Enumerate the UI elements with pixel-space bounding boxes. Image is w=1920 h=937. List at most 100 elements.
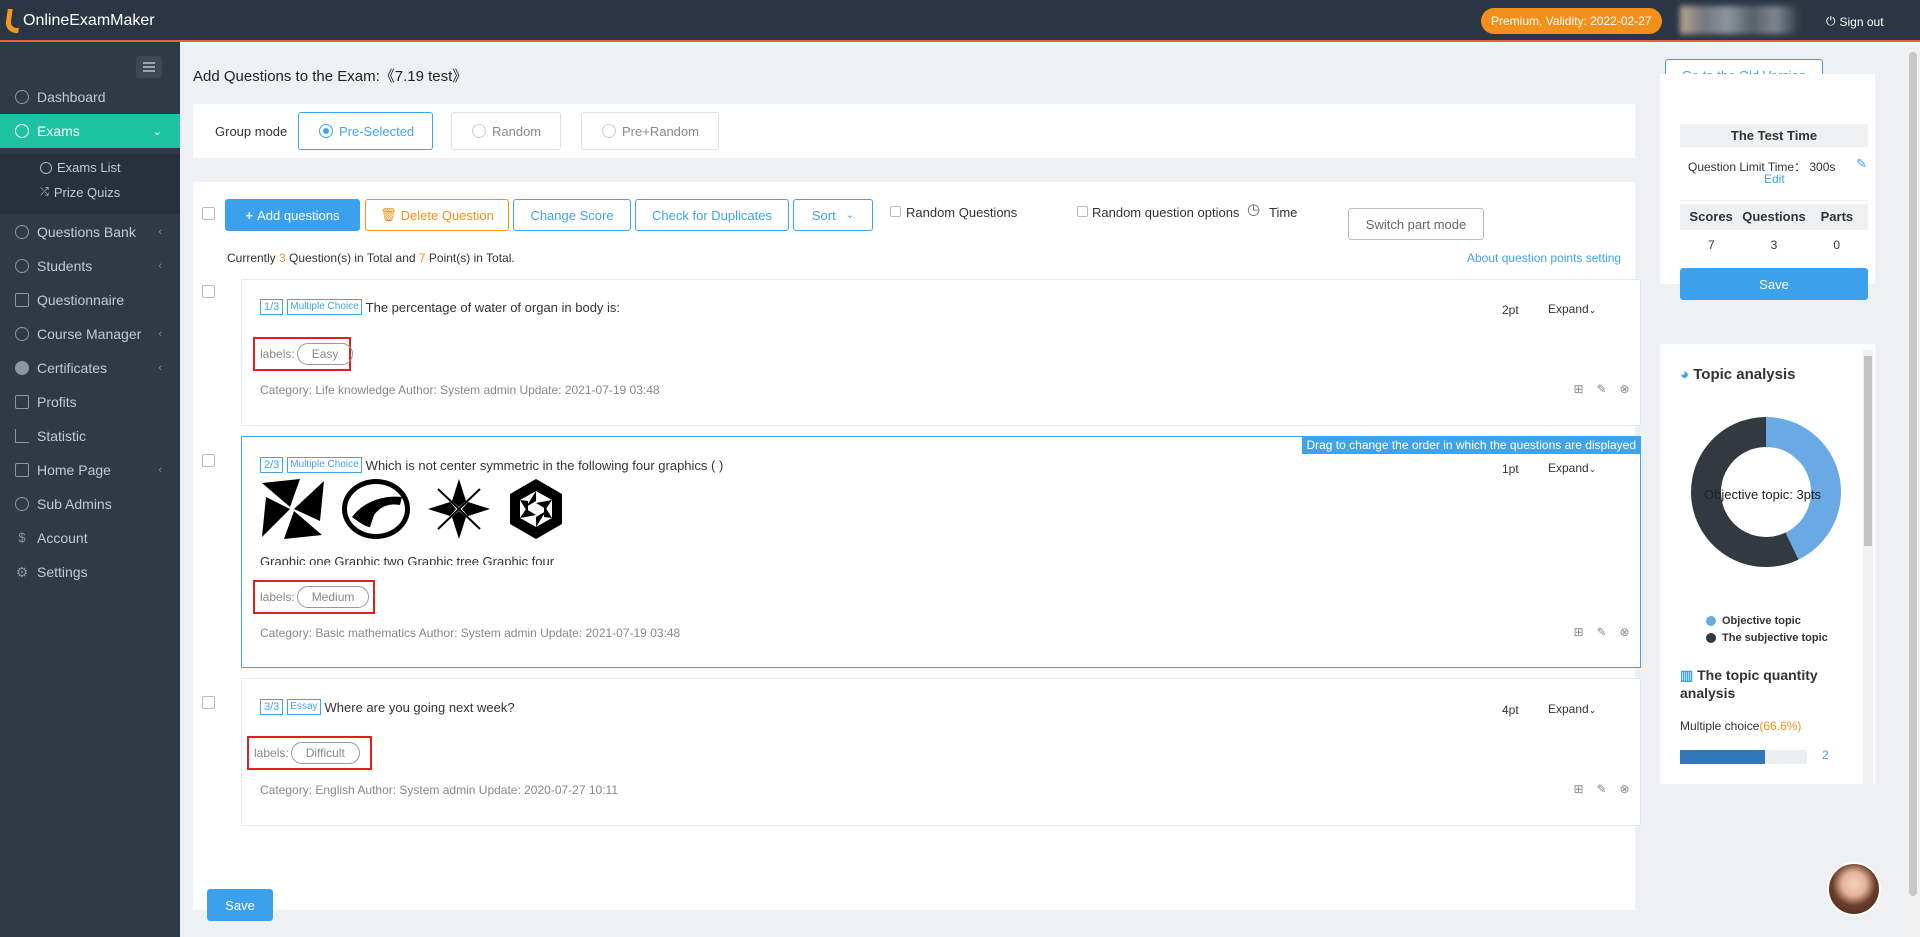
add-icon[interactable]: ⊞ xyxy=(1572,383,1585,396)
question-card[interactable]: Drag to change the order in which the qu… xyxy=(241,436,1641,668)
save-button[interactable]: Save xyxy=(207,889,273,921)
bookmark-icon xyxy=(15,327,29,341)
question-checkbox[interactable] xyxy=(202,285,215,298)
close-icon[interactable]: ⊗ xyxy=(1618,783,1631,796)
mode-label: Random xyxy=(492,123,542,139)
page-scrollbar[interactable] xyxy=(1906,42,1920,937)
sidebar-item-questionnaire[interactable]: Questionnaire xyxy=(0,283,180,317)
add-questions-button[interactable]: + Add questions xyxy=(225,199,360,231)
house-icon xyxy=(15,463,29,477)
clock-icon[interactable]: ◷ xyxy=(1247,200,1260,218)
sort-button[interactable]: Sort ⌄ xyxy=(793,199,873,231)
home-icon xyxy=(15,90,29,104)
sidebar-item-course-manager[interactable]: Course Manager ‹ xyxy=(0,317,180,351)
question-line: 2/3 Multiple Choice Which is not center sy… xyxy=(260,457,723,473)
change-score-button[interactable]: Change Score xyxy=(513,199,631,231)
expand-button[interactable]: Expand⌄ xyxy=(1548,302,1596,316)
mode-pre-random[interactable]: Pre+Random xyxy=(581,112,719,150)
edit-icon[interactable]: ✎ xyxy=(1595,783,1608,796)
sidebar-item-home-page[interactable]: Home Page ‹ xyxy=(0,453,180,487)
graphic-four-image xyxy=(510,479,562,539)
sidebar-item-settings[interactable]: ⚙ Settings xyxy=(0,555,180,589)
dollar-icon: $ xyxy=(18,530,26,545)
sign-out-button[interactable]: ⏻ Sign out xyxy=(1826,14,1884,29)
label-pill[interactable]: Difficult xyxy=(290,742,360,764)
user-avatar[interactable] xyxy=(1680,6,1800,34)
check-circle-icon xyxy=(15,124,29,138)
question-card[interactable]: 3/3 Essay Where are you going next week? 4… xyxy=(241,678,1641,826)
close-icon[interactable]: ⊗ xyxy=(1618,383,1631,396)
expand-button[interactable]: Expand⌄ xyxy=(1548,461,1596,475)
points-count: 7 xyxy=(418,251,426,265)
label-pill[interactable]: Easy xyxy=(296,343,354,365)
mode-random[interactable]: Random xyxy=(451,112,561,150)
sidebar-item-certificates[interactable]: Certificates ‹ xyxy=(0,351,180,385)
random-questions-checkbox[interactable] xyxy=(890,206,901,217)
menu-toggle-icon[interactable] xyxy=(136,56,162,78)
switch-part-mode-button[interactable]: Switch part mode xyxy=(1348,208,1484,240)
question-type: Multiple Choice xyxy=(287,457,362,473)
question-points: 4pt xyxy=(1502,703,1519,717)
delete-question-button[interactable]: 🗑 Delete Question xyxy=(365,199,509,231)
random-options-checkbox[interactable] xyxy=(1077,206,1088,217)
label-pill[interactable]: Medium xyxy=(296,586,370,608)
question-card[interactable]: 1/3 Multiple Choice The percentage of wate… xyxy=(241,279,1641,426)
question-line: 3/3 Essay Where are you going next week? xyxy=(260,699,515,715)
select-all-checkbox[interactable] xyxy=(202,207,215,220)
add-icon[interactable]: ⊞ xyxy=(1572,626,1585,639)
multiple-choice-count: 2 xyxy=(1822,748,1829,762)
test-time-title: The Test Time xyxy=(1680,124,1868,147)
logo[interactable]: OnlineExamMaker xyxy=(4,9,155,33)
sidebar-item-sub-admins[interactable]: Sub Admins xyxy=(0,487,180,521)
parts-value: 0 xyxy=(1833,238,1841,252)
plus-icon: + xyxy=(245,207,254,223)
edit-icon[interactable]: ✎ xyxy=(1595,626,1608,639)
group-mode-panel: Group mode Pre-Selected Random Pre+Rando… xyxy=(193,104,1635,158)
about-points-link[interactable]: About question points setting xyxy=(1467,251,1621,265)
question-checkbox[interactable] xyxy=(202,454,215,467)
panel-scrollbar[interactable] xyxy=(1863,350,1873,784)
sidebar-item-dashboard[interactable]: Dashboard xyxy=(0,80,180,114)
sidebar-item-profits[interactable]: Profits xyxy=(0,385,180,419)
add-icon[interactable]: ⊞ xyxy=(1572,783,1585,796)
edit-link[interactable]: Edit xyxy=(1764,172,1785,186)
pencil-icon[interactable]: ✎ xyxy=(1856,156,1867,172)
question-caption: Graphic one Graphic two Graphic tree Gra… xyxy=(260,554,555,565)
expand-button[interactable]: Expand⌄ xyxy=(1548,702,1596,716)
mode-pre-selected[interactable]: Pre-Selected xyxy=(298,112,433,150)
donut-label: Objective topic: 3pts xyxy=(1704,487,1822,502)
question-checkbox[interactable] xyxy=(202,696,215,709)
mode-label: Pre+Random xyxy=(622,123,699,139)
chevron-left-icon: ‹ xyxy=(158,328,162,340)
question-images xyxy=(260,477,566,541)
trash-icon: 🗑 xyxy=(380,207,397,222)
question-points: 2pt xyxy=(1502,303,1519,317)
sidebar-item-students[interactable]: Students ‹ xyxy=(0,249,180,283)
bar-chart-icon: ▥ xyxy=(1680,667,1694,683)
support-chat-avatar[interactable] xyxy=(1827,862,1881,916)
scrollbar-thumb[interactable] xyxy=(1864,356,1872,546)
question-actions: ⊞ ✎ ⊗ xyxy=(1572,383,1631,396)
submenu-prize-quizs[interactable]: ⤮ Prize Quizs xyxy=(40,185,120,200)
premium-badge[interactable]: Premium, Validity: 2022-02-27 xyxy=(1481,8,1662,34)
questions-panel: + Add questions 🗑 Delete Question Change S… xyxy=(193,182,1641,910)
question-points: 1pt xyxy=(1502,462,1519,476)
sidebar-item-statistic[interactable]: Statistic xyxy=(0,419,180,453)
sign-out-label: Sign out xyxy=(1839,14,1884,29)
close-icon[interactable]: ⊗ xyxy=(1618,626,1631,639)
logo-icon xyxy=(4,9,22,33)
submenu-exams-list[interactable]: Exams List xyxy=(40,160,121,175)
chevron-down-icon: ⌄ xyxy=(845,209,855,221)
check-duplicates-button[interactable]: Check for Duplicates xyxy=(635,199,789,231)
sidebar-item-exams[interactable]: Exams ⌄ xyxy=(0,114,180,148)
sidebar-item-label: Account xyxy=(37,530,88,546)
question-type: Multiple Choice xyxy=(287,299,362,315)
right-save-button[interactable]: Save xyxy=(1680,268,1868,300)
submenu-label: Exams List xyxy=(57,160,121,175)
summary-text: Currently 3 Question(s) in Total and 7 P… xyxy=(227,251,515,265)
graphic-two-image xyxy=(342,479,410,539)
edit-icon[interactable]: ✎ xyxy=(1595,383,1608,396)
sidebar-item-account[interactable]: $ Account xyxy=(0,521,180,555)
sidebar-item-questions-bank[interactable]: Questions Bank ‹ xyxy=(0,215,180,249)
page-scrollbar-thumb[interactable] xyxy=(1909,52,1917,896)
